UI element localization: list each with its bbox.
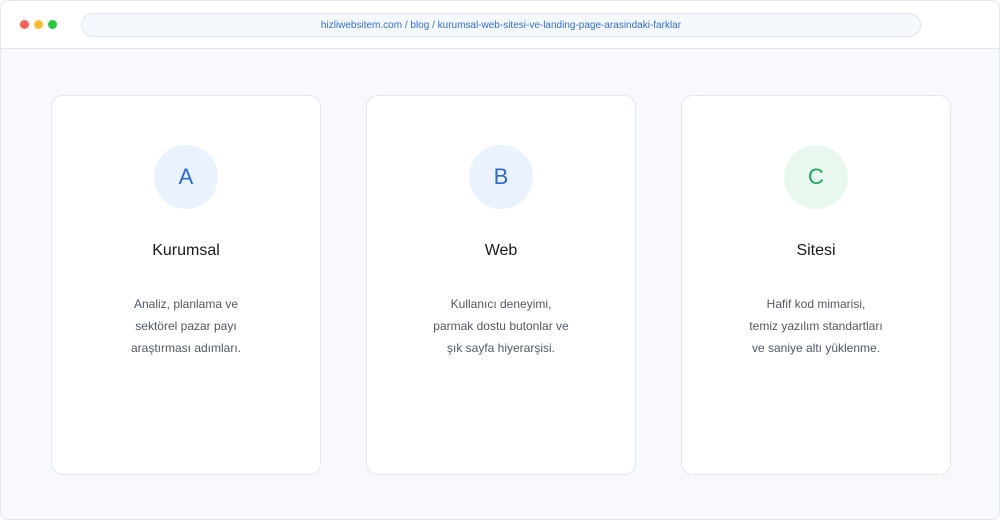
card-title: Sitesi [796, 242, 836, 259]
card-description-line: Hafif kod mimarisi, [766, 297, 866, 311]
card-letter-badge: A [154, 145, 218, 209]
maximize-window-button[interactable] [48, 20, 57, 29]
card-description: Kullanıcı deneyimi, parmak dostu butonla… [367, 293, 635, 359]
minimize-window-button[interactable] [34, 20, 43, 29]
card-letter: A [178, 164, 194, 189]
browser-titlebar: hizliwebsitem.com / blog / kurumsal-web-… [1, 1, 999, 49]
card-description-line: Kullanıcı deneyimi, [450, 297, 552, 311]
feature-card-sitesi: C Sitesi Hafif kod mimarisi, temiz yazıl… [681, 95, 951, 475]
close-window-button[interactable] [20, 20, 29, 29]
address-bar-url: hizliwebsitem.com / blog / kurumsal-web-… [320, 19, 682, 31]
card-description-line: araştırması adımları. [130, 341, 242, 355]
browser-window: hizliwebsitem.com / blog / kurumsal-web-… [0, 0, 1000, 520]
card-description-line: temiz yazılım standartları [749, 319, 883, 333]
card-description-line: ve saniye altı yüklenme. [751, 341, 881, 355]
feature-card-web: B Web Kullanıcı deneyimi, parmak dostu b… [366, 95, 636, 475]
card-letter-badge: B [469, 145, 533, 209]
card-description-line: şık sayfa hiyerarşisi. [446, 341, 556, 355]
card-title: Web [484, 242, 518, 259]
feature-card-kurumsal: A Kurumsal Analiz, planlama ve sektörel … [51, 95, 321, 475]
card-description: Hafif kod mimarisi, temiz yazılım standa… [682, 293, 950, 359]
card-description-line: sektörel pazar payı [135, 319, 237, 333]
card-description-line: Analiz, planlama ve [133, 297, 239, 311]
card-letter: B [493, 164, 509, 189]
card-letter: C [808, 164, 824, 189]
address-bar[interactable]: hizliwebsitem.com / blog / kurumsal-web-… [81, 13, 921, 37]
window-controls [20, 20, 57, 29]
card-letter-badge: C [784, 145, 848, 209]
card-description-line: parmak dostu butonlar ve [433, 319, 569, 333]
page-content: A Kurumsal Analiz, planlama ve sektörel … [1, 49, 999, 519]
card-title: Kurumsal [152, 242, 220, 259]
card-description: Analiz, planlama ve sektörel pazar payı … [52, 293, 320, 359]
